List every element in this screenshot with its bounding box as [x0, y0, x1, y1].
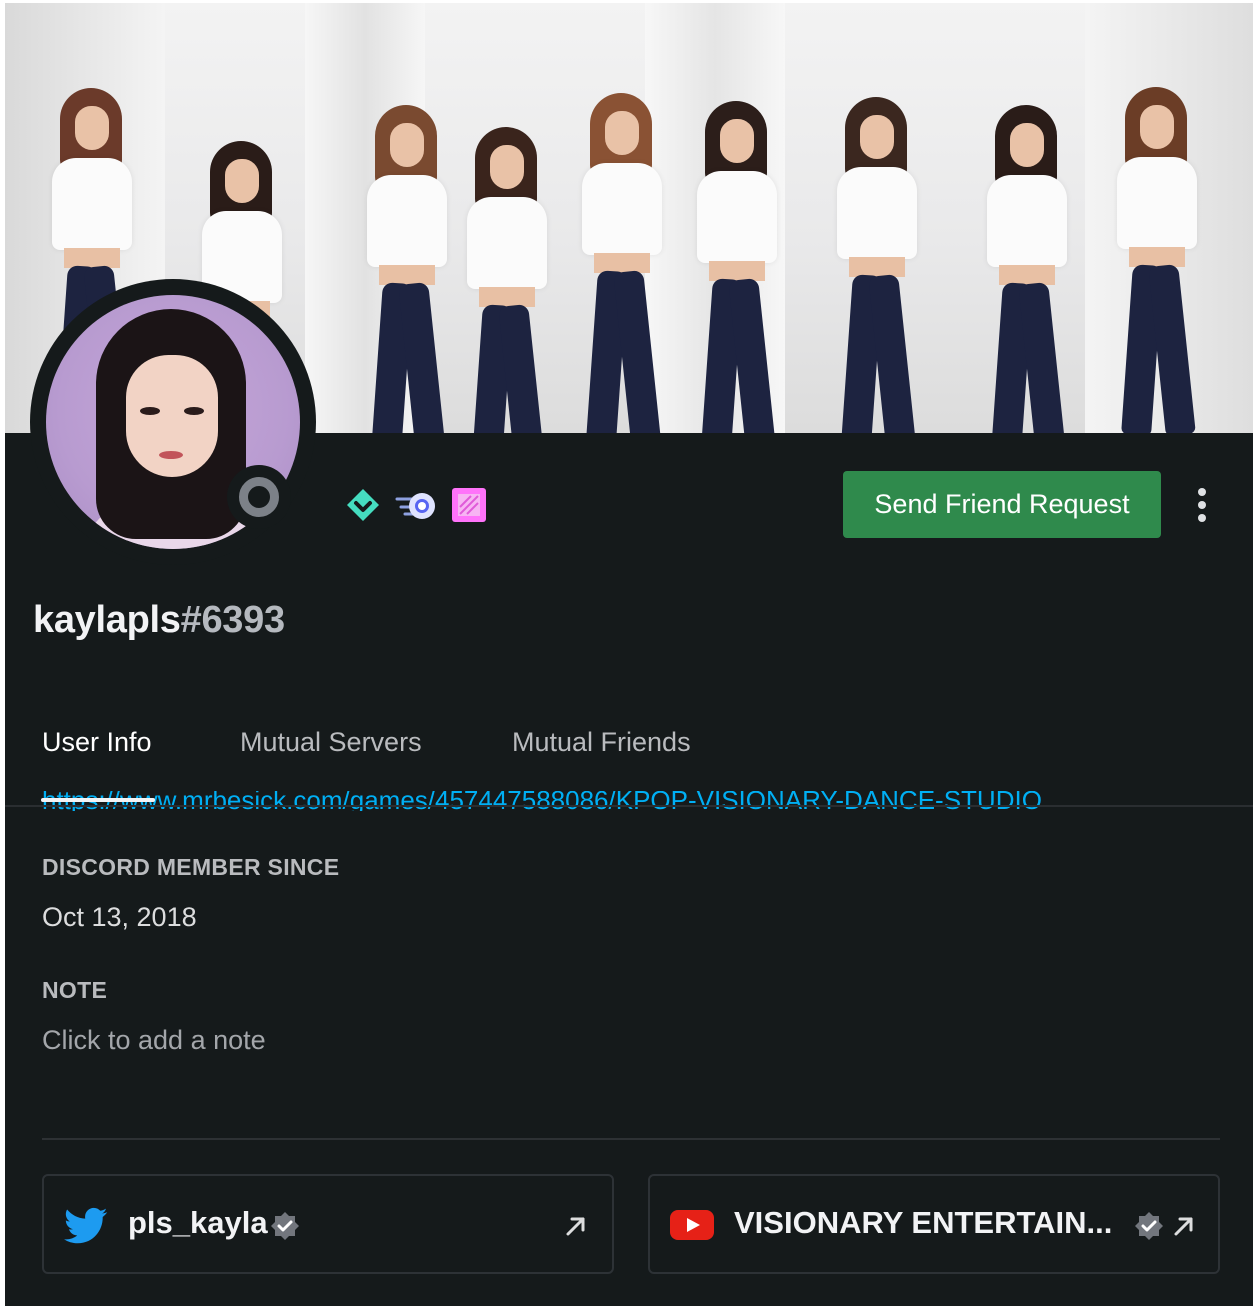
verified-check-icon: [1134, 1211, 1164, 1241]
connection-youtube[interactable]: VISIONARY ENTERTAIN...: [648, 1174, 1220, 1274]
note-input[interactable]: Click to add a note: [42, 1025, 266, 1056]
username-name: kaylapls: [33, 599, 181, 641]
section-divider: [42, 1138, 1220, 1140]
connection-name: pls_kayla: [128, 1205, 268, 1240]
send-friend-request-button[interactable]: Send Friend Request: [843, 471, 1161, 538]
about-me-link[interactable]: https://www.mrbesick.com/games/457447588…: [42, 791, 1072, 811]
tab-user-info[interactable]: User Info: [42, 727, 152, 758]
offline-status-icon: [227, 465, 291, 529]
member-since-date: Oct 13, 2018: [42, 902, 197, 932]
active-tab-indicator: [41, 798, 155, 802]
youtube-icon: [670, 1210, 714, 1245]
early-supporter-comet-badge-icon[interactable]: [395, 487, 437, 523]
connection-name: VISIONARY ENTERTAIN...: [734, 1205, 1113, 1240]
username-discriminator: #6393: [180, 599, 285, 641]
verified-check-icon: [270, 1211, 300, 1241]
username: kaylapls#6393: [33, 599, 285, 642]
note-heading: NOTE: [42, 977, 108, 1003]
member-since-heading: DISCORD MEMBER SINCE: [42, 854, 340, 880]
profile-badges: [345, 485, 487, 525]
connection-twitter[interactable]: pls_kayla: [42, 1174, 614, 1274]
external-link-arrow-icon[interactable]: [1170, 1212, 1198, 1240]
tab-mutual-friends[interactable]: Mutual Friends: [512, 727, 691, 758]
external-link-arrow-icon[interactable]: [562, 1212, 590, 1240]
tab-mutual-servers[interactable]: Mutual Servers: [240, 727, 422, 758]
user-profile-card: Send Friend Request kaylapls#6393 User I…: [5, 3, 1253, 1306]
nitro-boost-badge-icon[interactable]: [451, 487, 487, 523]
tabs-divider: [5, 805, 1253, 807]
more-vertical-icon[interactable]: [1185, 478, 1219, 532]
hypesquad-balance-badge-icon[interactable]: [345, 487, 381, 523]
twitter-icon: [64, 1207, 108, 1250]
about-me-link-text[interactable]: https://www.mrbesick.com/games/457447588…: [42, 791, 1042, 811]
